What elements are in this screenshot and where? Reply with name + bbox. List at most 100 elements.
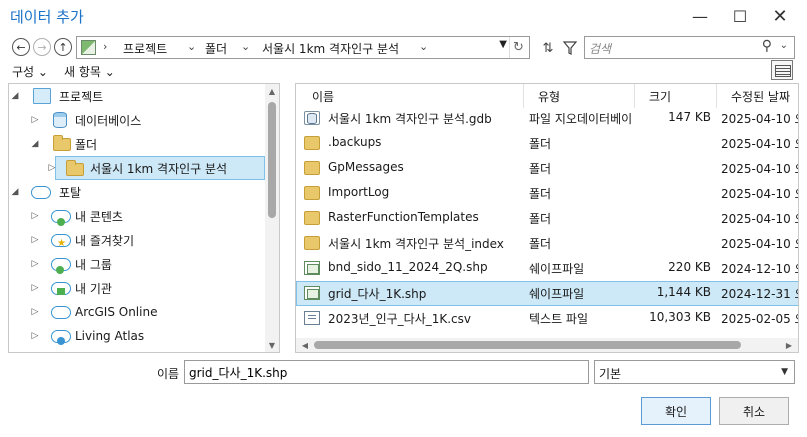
- forward-arrow-icon[interactable]: →: [33, 38, 51, 56]
- back-arrow-icon[interactable]: ←: [12, 38, 30, 56]
- search-input[interactable]: 검색: [589, 40, 611, 57]
- refresh-icon[interactable]: ↻: [509, 37, 527, 58]
- column-header-name[interactable]: 이름: [296, 84, 524, 108]
- column-header-type[interactable]: 유형: [524, 84, 635, 108]
- sort-icon[interactable]: ⇅: [538, 38, 558, 58]
- collapsed-arrow-icon[interactable]: ▷: [29, 283, 41, 293]
- tree-vertical-scrollbar[interactable]: ▲ ▼: [265, 84, 279, 352]
- tree-item-database[interactable]: ▷ 데이터베이스: [9, 108, 265, 132]
- file-type: 쉐이프파일: [529, 287, 585, 301]
- chevron-down-icon[interactable]: ⌄: [419, 40, 428, 53]
- file-row-grid-dasa[interactable]: grid_다사_1K.shp 쉐이프파일 1,144 KB 2024-12-31…: [296, 281, 798, 306]
- scroll-right-icon[interactable]: ▶: [782, 338, 796, 352]
- scroll-up-icon[interactable]: ▲: [265, 84, 279, 98]
- file-filter-select[interactable]: 기본 ▼: [594, 360, 795, 384]
- collapsed-arrow-icon[interactable]: ▷: [29, 331, 41, 341]
- file-name: 2023년_인구_다사_1K.csv: [328, 312, 472, 326]
- collapsed-arrow-icon[interactable]: ▷: [29, 235, 41, 245]
- tree-item-project[interactable]: ◢ 프로젝트: [9, 84, 265, 108]
- tree-item-seoul-folder[interactable]: ▷ 서울시 1km 격자인구 분석: [49, 156, 265, 180]
- file-size: 220 KB: [668, 260, 711, 274]
- collapsed-arrow-icon[interactable]: ▷: [29, 115, 41, 125]
- file-type: 폴더: [529, 187, 552, 201]
- file-row-importlog[interactable]: ImportLog 폴더 2025-04-10 오후: [296, 181, 798, 206]
- cancel-button[interactable]: 취소: [719, 397, 789, 425]
- chevron-right-icon[interactable]: ›: [103, 40, 107, 53]
- chevron-down-icon[interactable]: ▼: [781, 367, 788, 377]
- name-input[interactable]: [184, 360, 589, 384]
- file-modified: 2025-04-10 오후: [721, 137, 798, 151]
- file-modified: 2025-02-05 오후: [721, 312, 798, 326]
- file-name: ImportLog: [328, 185, 390, 199]
- expanded-arrow-icon[interactable]: ◢: [9, 187, 21, 197]
- tree-item-label: 서울시 1km 격자인구 분석: [90, 161, 228, 176]
- tree-item-label: ArcGIS Online: [75, 305, 158, 319]
- tree-item-arcgis-online[interactable]: ▷ ArcGIS Online: [9, 300, 265, 324]
- file-type: 폴더: [529, 237, 552, 251]
- view-options-button[interactable]: [771, 60, 793, 80]
- file-list-horizontal-scrollbar[interactable]: ◀ ▶: [296, 338, 798, 352]
- file-type: 파일 지오데이터베이스: [529, 112, 631, 126]
- file-name: .backups: [328, 135, 382, 149]
- tree-item-folders[interactable]: ◢ 폴더: [9, 132, 265, 156]
- file-row-index-folder[interactable]: 서울시 1km 격자인구 분석_index 폴더 2025-04-10 오후: [296, 231, 798, 256]
- chevron-down-icon[interactable]: ⌄: [241, 40, 250, 53]
- expanded-arrow-icon[interactable]: ◢: [9, 91, 21, 101]
- new-item-menu[interactable]: 새 항목 ⌄: [64, 63, 115, 80]
- tree-item-my-groups[interactable]: ▷ 내 그룹: [9, 252, 265, 276]
- file-row-rasterfunctiontemplates[interactable]: RasterFunctionTemplates 폴더 2025-04-10 오후: [296, 206, 798, 231]
- up-arrow-icon[interactable]: ↑: [54, 38, 72, 56]
- tree-item-label: 내 그룹: [75, 257, 112, 272]
- shapefile-icon: [304, 286, 320, 300]
- file-row-population-csv[interactable]: 2023년_인구_다사_1K.csv 텍스트 파일 10,303 KB 2025…: [296, 306, 798, 331]
- minimize-icon[interactable]: —: [680, 0, 720, 32]
- breadcrumb-current-folder[interactable]: 서울시 1km 격자인구 분석: [262, 40, 399, 57]
- ok-button[interactable]: 확인: [641, 397, 711, 425]
- address-bar[interactable]: › 프로젝트 ⌄ 폴더 ⌄ 서울시 1km 격자인구 분석 ⌄ ▼ ↻: [76, 36, 530, 59]
- tree-item-my-organization[interactable]: ▷ 내 기관: [9, 276, 265, 300]
- navigation-tree[interactable]: ◢ 프로젝트 ▷ 데이터베이스 ◢ 폴더 ▷ 서울시 1km 격자인구 분석 ◢…: [8, 83, 280, 353]
- filter-icon[interactable]: [560, 38, 580, 58]
- collapsed-arrow-icon[interactable]: ▷: [29, 307, 41, 317]
- file-filter-value: 기본: [599, 367, 622, 381]
- group-badge-icon: [56, 266, 64, 274]
- collapsed-arrow-icon[interactable]: ▷: [29, 211, 41, 221]
- file-row-gdb[interactable]: 서울시 1km 격자인구 분석.gdb 파일 지오데이터베이스 147 KB 2…: [296, 106, 798, 131]
- close-icon[interactable]: ✕: [760, 0, 800, 32]
- column-header-modified[interactable]: 수정된 날짜: [717, 84, 798, 108]
- tree-item-my-content[interactable]: ▷ 내 콘텐츠: [9, 204, 265, 228]
- organize-menu[interactable]: 구성 ⌄: [12, 63, 48, 80]
- file-modified: 2025-04-10 오후: [721, 162, 798, 176]
- file-row-backups[interactable]: .backups 폴더 2025-04-10 오후: [296, 131, 798, 156]
- column-header-size[interactable]: 크기: [635, 84, 717, 108]
- breadcrumb-folder[interactable]: 폴더: [205, 40, 227, 57]
- chevron-down-icon[interactable]: ⌄: [187, 40, 196, 53]
- search-box[interactable]: 검색 ⚲ ⌄: [584, 36, 795, 59]
- file-row-bnd-sido[interactable]: bnd_sido_11_2024_2Q.shp 쉐이프파일 220 KB 202…: [296, 256, 798, 281]
- chevron-down-icon[interactable]: ⌄: [780, 40, 788, 51]
- globe-badge-icon: [57, 337, 65, 345]
- folder-icon: [304, 211, 320, 225]
- address-dropdown-icon[interactable]: ▼: [499, 39, 507, 50]
- breadcrumb-project[interactable]: 프로젝트: [123, 40, 167, 57]
- scrollbar-thumb[interactable]: [268, 102, 276, 218]
- arcgis-online-cloud-icon: [51, 306, 71, 319]
- scrollbar-thumb[interactable]: [314, 341, 741, 349]
- collapsed-arrow-icon[interactable]: ▷: [29, 259, 41, 269]
- tree-item-portal[interactable]: ◢ 포탈: [9, 180, 265, 204]
- tree-item-label: 폴더: [75, 137, 98, 152]
- scroll-down-icon[interactable]: ▼: [265, 338, 279, 352]
- scroll-left-icon[interactable]: ◀: [298, 338, 312, 352]
- pane-splitter[interactable]: [281, 83, 295, 353]
- file-row-gpmessages[interactable]: GpMessages 폴더 2025-04-10 오후: [296, 156, 798, 181]
- expanded-arrow-icon[interactable]: ◢: [29, 139, 41, 149]
- file-type: 텍스트 파일: [529, 312, 589, 326]
- portal-cloud-icon: [31, 186, 51, 199]
- collapsed-arrow-icon[interactable]: ▷: [46, 163, 58, 173]
- maximize-icon[interactable]: ☐: [720, 0, 760, 32]
- file-list[interactable]: 이름 유형 크기 수정된 날짜 서울시 1km 격자인구 분석.gdb 파일 지…: [295, 83, 799, 353]
- tree-item-favorites[interactable]: ▷ ★ 내 즐겨찾기: [9, 228, 265, 252]
- tree-item-living-atlas[interactable]: ▷ Living Atlas: [9, 324, 265, 348]
- file-type: 폴더: [529, 162, 552, 176]
- search-icon[interactable]: ⚲: [762, 38, 772, 54]
